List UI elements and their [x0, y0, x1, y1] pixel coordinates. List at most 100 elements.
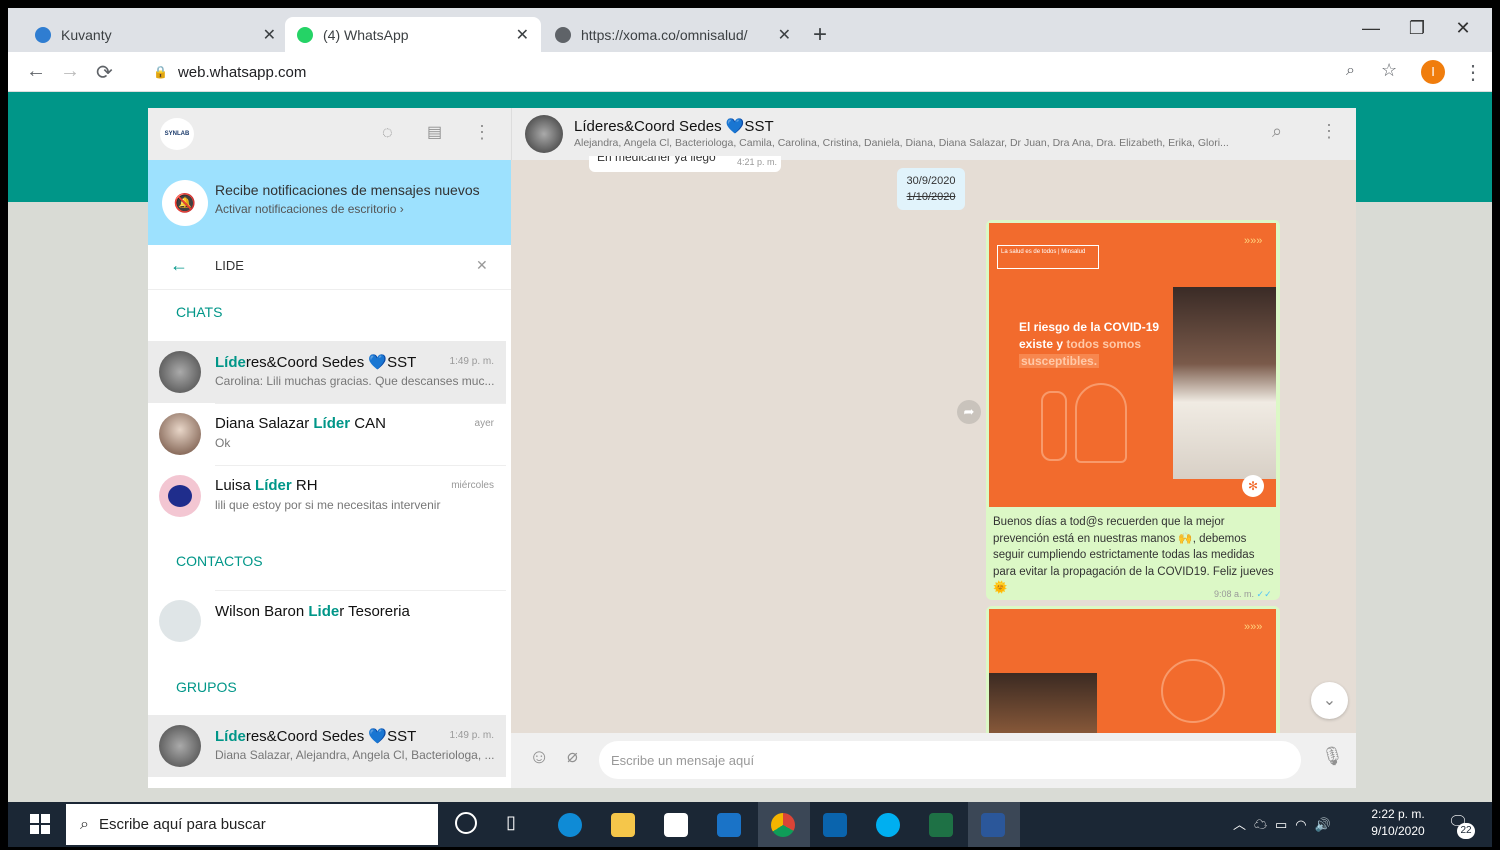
tab-kuvanty[interactable]: Kuvanty ✕ — [23, 17, 288, 52]
my-avatar[interactable]: SYNLAB — [160, 118, 194, 150]
group-members: Alejandra, Angela Cl, Bacteriologa, Cami… — [574, 137, 1229, 149]
group-members: Diana Salazar, Alejandra, Angela Cl, Bac… — [215, 748, 495, 762]
chat-item-luisa[interactable]: Luisa Líder RH miércoles lili que estoy … — [148, 465, 506, 527]
close-icon[interactable]: ✕ — [263, 25, 276, 45]
minimize-button[interactable]: — — [1348, 18, 1394, 39]
browser-toolbar: ← → ⟳ 🔒 web.whatsapp.com ⌕ ☆ I ⋮ — [8, 52, 1492, 92]
enable-notifications-link[interactable]: Activar notificaciones de escritorio › — [215, 202, 404, 216]
attach-icon[interactable]: ⌀ — [567, 746, 578, 767]
word-taskbar-slot[interactable] — [968, 802, 1020, 847]
chat-name: Diana Salazar Líder CAN — [215, 415, 386, 432]
skype-icon[interactable] — [876, 813, 900, 837]
chat-list-panel: SYNLAB ◌ ▤ ⋮ 🔕 Recibe notificaciones de … — [148, 108, 511, 788]
microphone-icon[interactable]: 🎙 — [1321, 746, 1344, 767]
chat-time: 1:49 p. m. — [449, 356, 494, 367]
chat-last-message: Ok — [215, 436, 231, 450]
scroll-down-button[interactable]: ⌄ — [1311, 682, 1348, 719]
menu-icon[interactable]: ⋮ — [473, 122, 491, 143]
muted-bell-icon: 🔕 — [162, 180, 208, 226]
outgoing-image-message-2[interactable]: »»» — [986, 606, 1280, 736]
clear-search-icon[interactable]: ✕ — [476, 257, 488, 274]
default-avatar-icon — [159, 600, 201, 642]
bookmark-star-icon[interactable]: ☆ — [1381, 60, 1397, 81]
tab-title: https://xoma.co/omnisalud/ — [581, 26, 748, 43]
back-arrow-icon[interactable]: ← — [26, 60, 46, 83]
cortana-icon[interactable] — [455, 812, 477, 834]
tab-title: Kuvanty — [61, 26, 112, 43]
clock-time: 2:22 p. m. — [1371, 807, 1425, 821]
windows-taskbar: ⌕ Escribe aquí para buscar ▯ ︿☁▭◠🔊 2:22 … — [8, 802, 1492, 847]
person-outline-icon — [1075, 383, 1127, 463]
date-chip: 1/10/2020 — [897, 188, 965, 210]
covid-image-2[interactable]: »»» — [989, 609, 1276, 736]
group-avatar — [159, 351, 201, 393]
group-item-lideres[interactable]: Líderes&Coord Sedes 💙SST 1:49 p. m. Dian… — [148, 715, 506, 777]
taskbar-search-input[interactable]: ⌕ Escribe aquí para buscar — [66, 804, 438, 845]
search-icon: ⌕ — [80, 815, 89, 833]
covid-image[interactable]: »»» La salud es de todos | Minsalud El r… — [989, 223, 1276, 507]
conversation-header[interactable]: Líderes&Coord Sedes 💙SST Alejandra, Ange… — [511, 108, 1356, 160]
outgoing-image-message[interactable]: »»» La salud es de todos | Minsalud El r… — [986, 220, 1280, 600]
new-chat-icon[interactable]: ▤ — [427, 122, 442, 142]
forward-icon[interactable]: ➦ — [957, 400, 981, 424]
reload-icon[interactable]: ⟳ — [96, 60, 113, 85]
chat-item-lideres[interactable]: Líderes&Coord Sedes 💙SST 1:49 p. m. Caro… — [148, 341, 506, 403]
conversation-panel: Líderes&Coord Sedes 💙SST Alejandra, Ange… — [511, 108, 1356, 788]
restore-button[interactable]: ❐ — [1394, 18, 1440, 39]
globe-icon — [555, 26, 571, 43]
mail-icon[interactable] — [823, 813, 847, 837]
forward-arrow-icon[interactable]: → — [60, 60, 80, 83]
search-icon[interactable]: ⌕ — [1272, 121, 1282, 142]
message-time: 9:08 a. m. ✓✓ — [1214, 589, 1272, 599]
search-input[interactable]: LIDE — [215, 258, 244, 273]
contact-item-wilson[interactable]: Wilson Baron Lider Tesoreria — [148, 590, 506, 652]
hands-icon — [1161, 659, 1225, 723]
group-name: Líderes&Coord Sedes 💙SST — [215, 728, 417, 745]
contact-avatar — [159, 475, 201, 517]
contact-name: Wilson Baron Lider Tesoreria — [215, 603, 410, 620]
system-tray-icons[interactable]: ︿☁▭◠🔊 — [1233, 814, 1339, 833]
compose-bar: ☺ ⌀ Escribe un mensaje aquí 🎙 — [511, 733, 1356, 788]
chat-time: miércoles — [451, 480, 494, 491]
clock[interactable]: 2:22 p. m. 9/10/2020 — [1368, 807, 1428, 838]
double-check-icon: ✓✓ — [1256, 589, 1272, 599]
section-chats: CHATS — [176, 304, 223, 320]
close-window-button[interactable]: ✕ — [1440, 18, 1486, 39]
chrome-menu-icon[interactable]: ⋮ — [1463, 60, 1483, 85]
chat-item-diana[interactable]: Diana Salazar Líder CAN ayer Ok — [148, 403, 506, 465]
address-bar[interactable]: 🔒 web.whatsapp.com — [143, 57, 1413, 87]
message-input[interactable]: Escribe un mensaje aquí — [599, 741, 1301, 779]
close-icon[interactable]: ✕ — [516, 25, 529, 45]
minsalud-logo: La salud es de todos | Minsalud — [997, 245, 1099, 269]
back-arrow-icon[interactable]: ← — [170, 255, 188, 276]
person-photo — [1173, 287, 1276, 479]
store-icon[interactable] — [664, 813, 688, 837]
tab-omnisalud[interactable]: https://xoma.co/omnisalud/ ✕ — [543, 17, 803, 52]
excel-icon[interactable] — [929, 813, 953, 837]
new-tab-button[interactable]: + — [813, 21, 827, 49]
group-avatar[interactable] — [525, 115, 563, 153]
image-headline-3: susceptibles. — [1019, 354, 1100, 368]
lock-icon: 🔒 — [153, 65, 168, 79]
close-icon[interactable]: ✕ — [778, 25, 791, 45]
windows-start-icon[interactable] — [30, 814, 50, 834]
file-explorer-icon[interactable] — [611, 813, 635, 837]
search-row: ← LIDE ✕ — [148, 245, 511, 290]
browser-tab-strip: Kuvanty ✕ (4) WhatsApp ✕ https://xoma.co… — [8, 8, 1492, 52]
task-view-icon[interactable]: ▯ — [506, 812, 516, 833]
emoji-icon[interactable]: ☺ — [529, 746, 549, 769]
tab-whatsapp[interactable]: (4) WhatsApp ✕ — [285, 17, 541, 52]
outlook-icon[interactable] — [717, 813, 741, 837]
zoom-icon[interactable]: ⌕ — [1346, 62, 1355, 80]
notification-banner[interactable]: 🔕 Recibe notificaciones de mensajes nuev… — [148, 160, 511, 245]
menu-icon[interactable]: ⋮ — [1320, 121, 1338, 142]
clock-date: 9/10/2020 — [1371, 824, 1425, 838]
edge-icon[interactable] — [558, 813, 582, 837]
previous-message: En medicaner ya llego 4:21 p. m. — [589, 156, 781, 172]
whatsapp-icon — [297, 26, 313, 43]
left-header: SYNLAB ◌ ▤ ⋮ — [148, 108, 511, 160]
profile-avatar[interactable]: I — [1421, 60, 1445, 84]
notification-title: Recibe notificaciones de mensajes nuevos — [215, 182, 480, 198]
chrome-taskbar-slot[interactable] — [758, 802, 810, 847]
status-icon[interactable]: ◌ — [382, 122, 393, 143]
